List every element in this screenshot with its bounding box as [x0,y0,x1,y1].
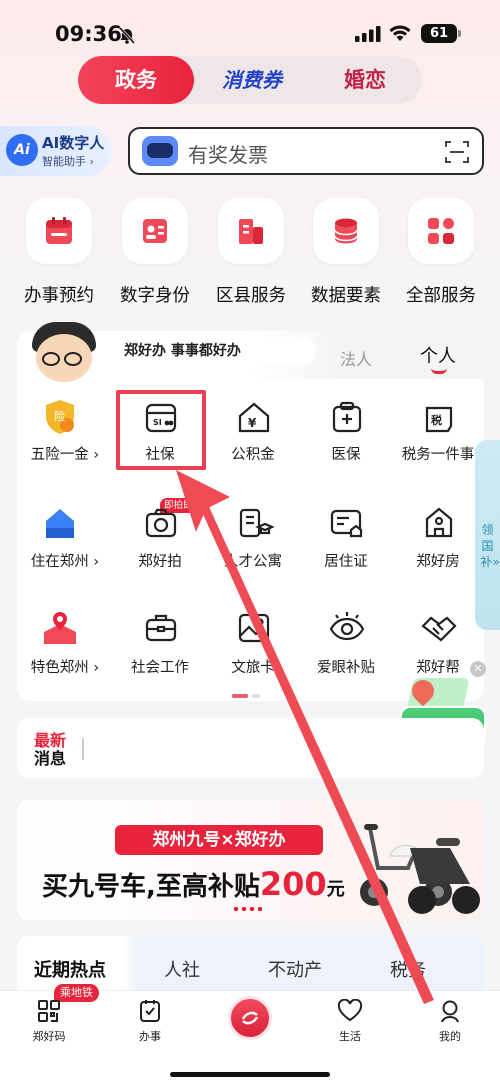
battery-indicator: 61 [421,24,457,43]
briefcase-icon [145,614,177,642]
quick-all-label: 全部服务 [406,286,476,306]
tab-real-estate[interactable]: 不动产 [268,956,322,982]
banner-unit: 元 [326,879,345,900]
highlight-box [116,390,206,470]
news-label-line1: 最新 [34,731,67,750]
heart-icon[interactable] [337,999,363,1023]
service-social-work[interactable]: 社会工作 [112,656,208,677]
segment-coupons[interactable]: 消费券 [204,56,300,104]
tabbar-label-life[interactable]: 生活 [320,1028,380,1044]
eye-icon [329,612,365,641]
signal-icon [355,26,381,42]
tab-hot-topics[interactable]: 近期热点 [34,956,106,982]
search-placeholder: 有奖发票 [188,143,268,167]
user-icon[interactable] [438,999,462,1023]
zheng-house-icon [425,507,453,538]
ai-title: AI数字人 [42,134,105,152]
category-living[interactable]: 住在郑州 › [17,550,113,571]
service-talent-apartment[interactable]: 人才公寓 [205,550,301,571]
news-divider [82,738,84,760]
svg-text:险: 险 [54,409,65,423]
shield-insurance-icon: 险 [46,400,74,434]
mascot-glasses-right [64,352,82,366]
ai-logo-icon: Ai [6,134,38,166]
grid-icon [428,218,454,244]
building-icon [239,219,263,244]
service-housing-fund[interactable]: 公积金 [205,443,301,464]
banner-headline: 买九号车,至高补贴200元 [42,865,345,903]
segment-dating[interactable]: 婚恋 [312,56,418,104]
tabbar-label-qr[interactable]: 郑好码 [19,1028,79,1044]
culture-travel-card-icon [238,613,270,643]
medical-insurance-icon [332,401,362,433]
news-label: 最新 消息 [34,732,66,768]
tabbar-label-services[interactable]: 办事 [120,1028,180,1044]
banner-dots [232,907,262,911]
svg-text:税: 税 [431,413,442,427]
database-icon [334,218,358,244]
side-tab-label: 领国补» [480,523,500,569]
service-residence-permit[interactable]: 居住证 [298,550,394,571]
svg-text:¥: ¥ [248,416,257,430]
banner-tag: 郑州九号×郑好办 [115,825,323,855]
tab-tax[interactable]: 税务 [390,956,426,982]
page-indicator [252,694,260,698]
wifi-icon [389,25,411,41]
category-insurance[interactable]: 五险一金 › [17,443,113,464]
service-zheng-house[interactable]: 郑好房 [390,550,486,571]
bell-muted-icon [118,26,136,44]
home-indicator [170,1072,330,1077]
national-subsidy-side-tab[interactable]: 领国补» [475,440,500,630]
page-indicator-active [232,694,248,698]
battery-nub [458,30,461,37]
quick-county-label: 区县服务 [216,286,286,306]
housing-fund-icon: ¥ [238,402,270,433]
news-bar[interactable] [17,718,484,778]
close-icon[interactable]: ✕ [470,661,486,677]
mascot-glasses-left [42,352,60,366]
tab-human-resources[interactable]: 人社 [164,956,200,982]
quick-data-label: 数据要素 [311,286,381,306]
house-icon [46,509,74,538]
scooter-illustration [360,824,480,914]
robot-face [147,143,173,158]
home-logo-mark [241,1011,259,1025]
ai-subtitle: 智能助手 › [42,155,94,168]
residence-permit-icon [330,509,363,538]
segment-zhengwu[interactable]: 政务 [78,56,194,104]
service-photo-report[interactable]: 郑好拍 [112,550,208,571]
status-time: 09:36 [55,22,122,46]
checklist-icon[interactable] [138,999,162,1023]
tabbar-label-me[interactable]: 我的 [420,1028,480,1044]
special-zhengzhou-icon [44,612,76,644]
service-medical-insurance[interactable]: 医保 [298,443,394,464]
id-card-icon [143,219,167,243]
scan-icon[interactable] [444,139,470,165]
quick-digital-id-label: 数字身份 [120,286,190,306]
handshake-icon [421,616,457,642]
services-caption: 郑好办 事事都好办 [112,337,316,365]
banner-amount: 200 [259,865,327,903]
service-tax[interactable]: 税务一件事 [390,443,486,464]
tab-legal-person[interactable]: 法人 [340,346,372,370]
service-eye-subsidy[interactable]: 爱眼补贴 [298,656,394,677]
service-culture-travel-card[interactable]: 文旅卡 [205,656,301,677]
camera-icon [145,508,177,538]
search-input[interactable] [128,127,484,175]
calendar-icon [46,217,72,244]
banner-main-text: 买九号车,至高补贴 [42,872,260,902]
qr-code-icon[interactable] [37,999,61,1023]
news-label-line2: 消息 [34,749,67,768]
tax-icon: 税 [425,406,453,433]
tab-individual[interactable]: 个人 [420,342,456,368]
category-special[interactable]: 特色郑州 › [17,656,113,677]
talent-apartment-icon [239,508,274,538]
quick-appointment-label: 办事预约 [24,286,94,306]
